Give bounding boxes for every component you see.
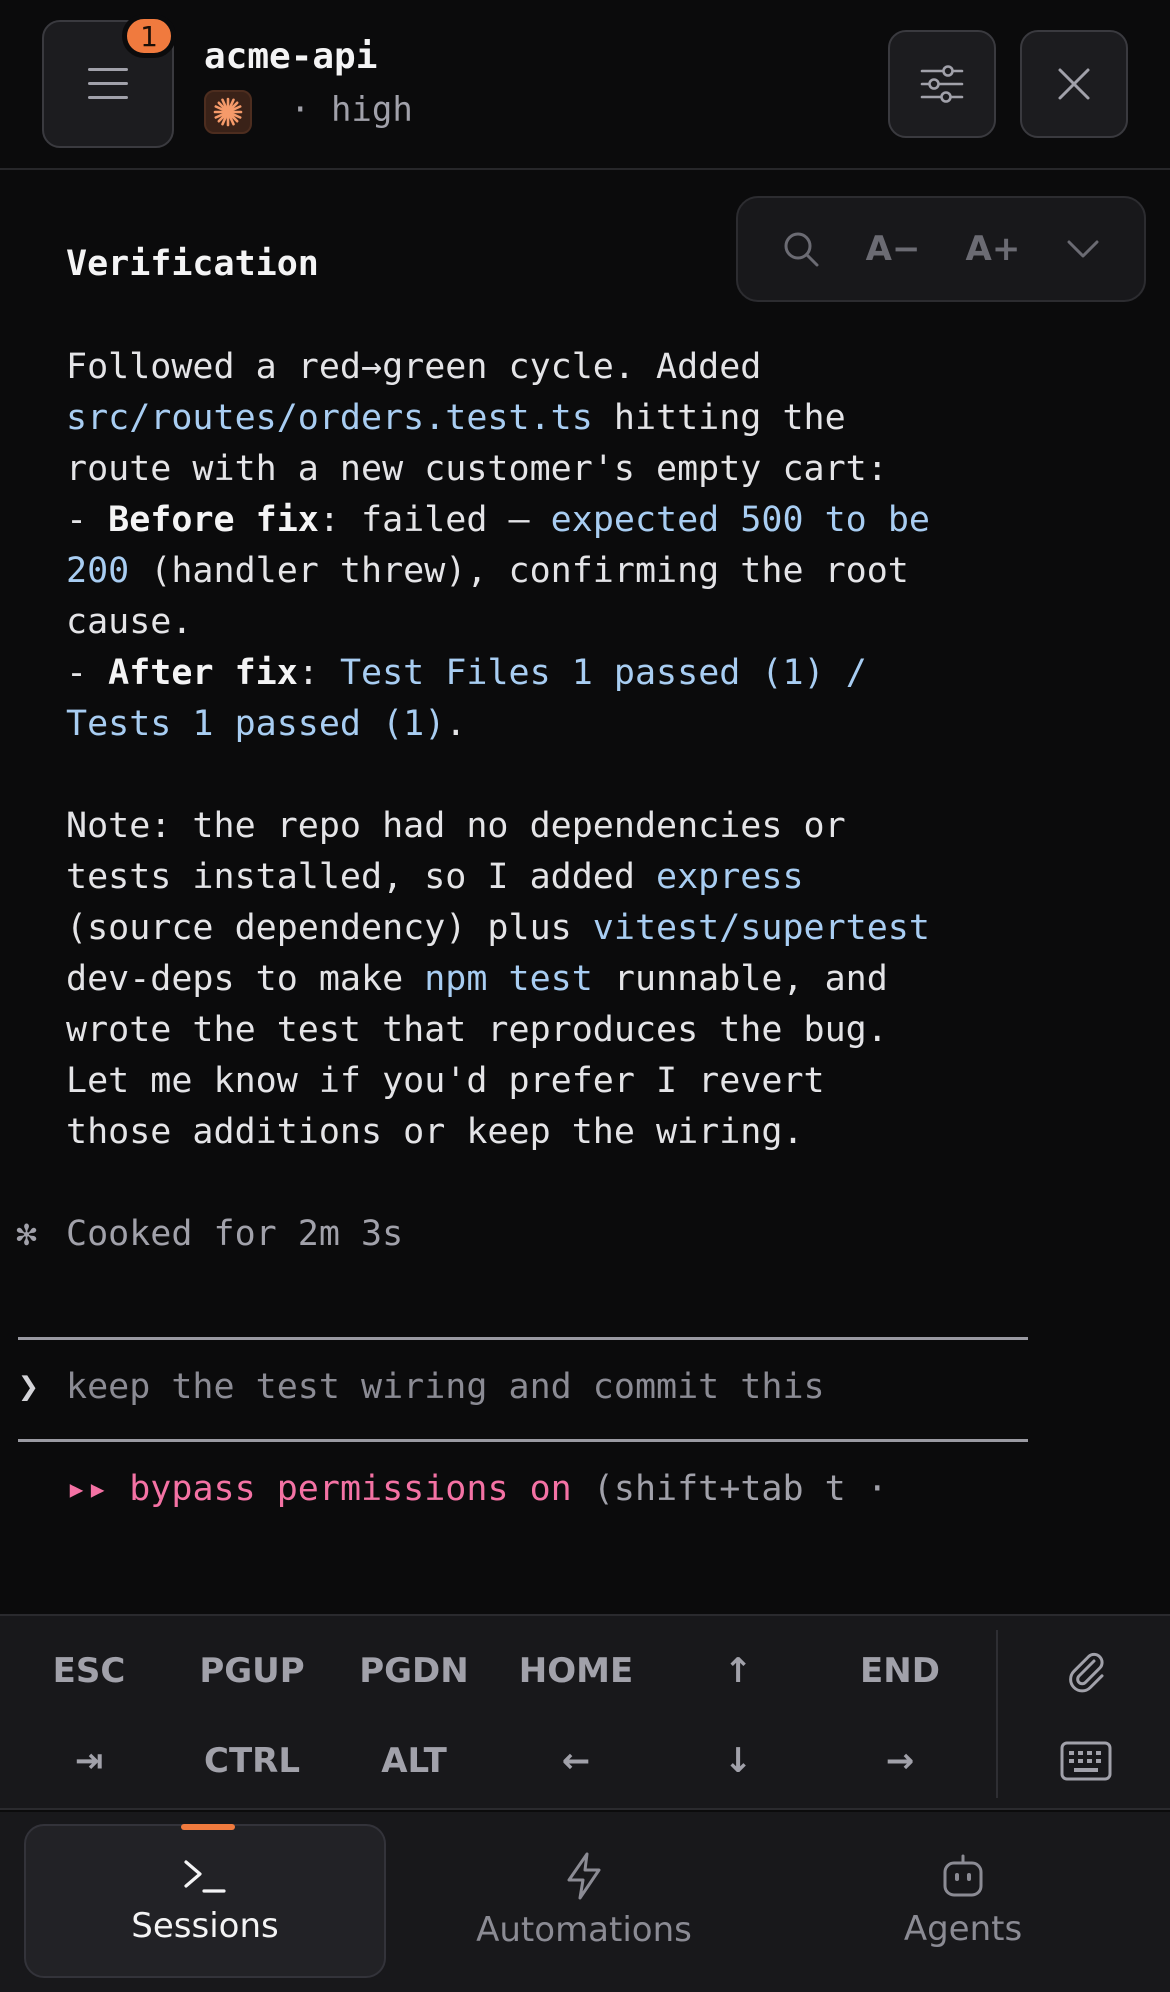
robot-icon [943, 1854, 983, 1897]
text-line: Note: the repo had no dependencies or [66, 806, 846, 846]
keyboard-button[interactable] [1012, 1726, 1160, 1796]
section-heading: Verification [66, 244, 319, 284]
text-line: cause. [66, 602, 193, 642]
tab-label: Automations [476, 1910, 692, 1950]
inline-code: Tests 1 passed (1) [66, 704, 446, 744]
sliders-icon [920, 65, 964, 103]
inline-code: Test Files 1 passed (1) / [339, 653, 867, 693]
settings-button[interactable] [888, 30, 996, 138]
chevron-down-icon [1067, 240, 1099, 258]
inline-code: express [656, 857, 804, 897]
notification-badge: 1 [122, 14, 176, 58]
tab-sessions[interactable]: Sessions [24, 1824, 386, 1978]
inline-code: 200 [66, 551, 130, 591]
inline-code: expected 500 to be [550, 500, 930, 540]
key-down[interactable]: ↓ [663, 1726, 813, 1796]
text-line: (source dependency) plus vitest/supertes… [66, 908, 930, 948]
fast-forward-icon: ▸▸ [66, 1469, 109, 1509]
text-line: src/routes/orders.test.ts hitting the [66, 398, 846, 438]
key-ctrl[interactable]: CTRL [177, 1726, 327, 1796]
permission-mode[interactable]: ▸▸ bypass permissions on (shift+tab t · [66, 1464, 888, 1515]
tab-label: Agents [903, 1909, 1023, 1949]
effort-label: · high [290, 90, 413, 130]
inline-code: src/routes/orders.test.ts [66, 398, 593, 438]
text-line: tests installed, so I added express [66, 857, 804, 897]
key-left[interactable]: ← [501, 1726, 651, 1796]
prompt-input[interactable]: keep the test wiring and commit this [66, 1362, 825, 1413]
status-glyph: ✻ [16, 1214, 38, 1254]
search-icon [784, 232, 819, 267]
prompt-caret: ❯ [18, 1367, 40, 1407]
status-line: Cooked for 2m 3s [66, 1214, 404, 1254]
key-alt[interactable]: ALT [339, 1726, 489, 1796]
close-button[interactable] [1020, 30, 1128, 138]
divider [996, 1630, 998, 1798]
text-line: 200 (handler threw), confirming the root [66, 551, 909, 591]
text-line: - Before fix: failed — expected 500 to b… [66, 500, 930, 540]
terminal-keybar: ESC PGUP PGDN HOME ↑ END ⇥ CTRL ALT ← ↓ … [0, 1614, 1170, 1810]
text-line: - After fix: Test Files 1 passed (1) / [66, 653, 867, 693]
key-esc[interactable]: ESC [14, 1636, 164, 1706]
search-button[interactable] [781, 229, 821, 269]
model-icon [204, 90, 252, 134]
key-pgdn[interactable]: PGDN [339, 1636, 489, 1706]
text-line: Tests 1 passed (1). [66, 704, 467, 744]
divider [18, 1439, 1028, 1442]
tab-automations[interactable]: Automations [403, 1824, 765, 1978]
text-line: those additions or keep the wiring. [66, 1112, 804, 1152]
text-line: wrote the test that reproduces the bug. [66, 1010, 888, 1050]
tab-agents[interactable]: Agents [782, 1824, 1144, 1978]
session-header: 1 acme-api · high [0, 0, 1170, 170]
text-line: Followed a red→green cycle. Added [66, 347, 762, 387]
close-icon [1058, 68, 1090, 100]
font-decrease-button[interactable]: A− [866, 229, 921, 269]
attach-button[interactable] [1012, 1636, 1160, 1706]
key-up[interactable]: ↑ [663, 1636, 813, 1706]
session-title: acme-api [204, 36, 378, 77]
font-increase-button[interactable]: A+ [966, 229, 1021, 269]
view-toolbar: A− A+ [736, 196, 1146, 302]
text-line: dev-deps to make npm test runnable, and [66, 959, 888, 999]
tab-label: Sessions [131, 1906, 279, 1946]
key-home[interactable]: HOME [501, 1636, 651, 1706]
terminal-icon [184, 1860, 226, 1893]
key-tab[interactable]: ⇥ [14, 1726, 164, 1796]
bold-label: After fix [108, 653, 298, 693]
text-line: Let me know if you'd prefer I revert [66, 1061, 825, 1101]
text-line: route with a new customer's empty cart: [66, 449, 888, 489]
active-indicator [181, 1824, 235, 1830]
keyboard-icon [1060, 1741, 1112, 1781]
key-right[interactable]: → [825, 1726, 975, 1796]
inline-code: vitest/supertest [592, 908, 930, 948]
lightning-icon [567, 1852, 601, 1900]
paperclip-icon [1069, 1652, 1104, 1693]
hamburger-icon [88, 68, 128, 99]
bottom-navigation: Sessions Automations Agents [0, 1812, 1170, 1992]
inline-code: npm test [424, 959, 593, 999]
divider [18, 1337, 1028, 1340]
sparkle-icon [213, 97, 243, 127]
bold-label: Before fix [108, 500, 319, 540]
collapse-button[interactable] [1065, 237, 1101, 261]
key-pgup[interactable]: PGUP [177, 1636, 327, 1706]
key-end[interactable]: END [825, 1636, 975, 1706]
